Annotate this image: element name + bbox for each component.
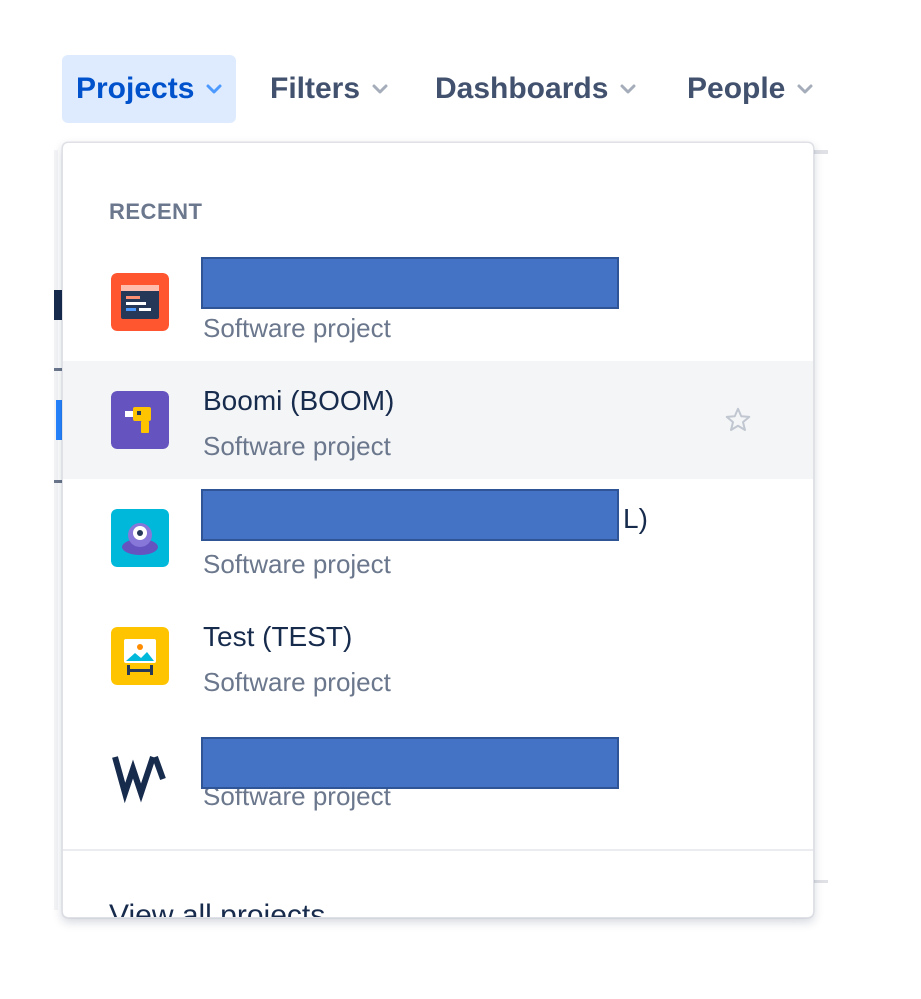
nav-dashboards-label: Dashboards [435,72,609,105]
nav-projects[interactable]: Projects [62,55,236,123]
chevron-down-icon [795,79,815,99]
project-type: Software project [203,667,391,697]
project-item-boomi[interactable]: Boomi (BOOM) Software project [63,361,813,479]
robot-icon [111,509,169,567]
redacted-title [201,489,619,541]
project-item[interactable]: L) Software project [63,479,813,597]
project-type: Software project [203,431,391,461]
redacted-title [201,737,619,789]
redacted-title [201,257,619,309]
projects-dropdown: RECENT Software project Boomi (BOOM) Sof… [62,142,814,918]
background-fragment [54,290,62,320]
nav-dashboards[interactable]: Dashboards [421,55,652,123]
chevron-down-icon [618,79,638,99]
star-icon[interactable] [723,405,753,435]
nav-projects-label: Projects [76,72,195,105]
easel-icon [111,627,169,685]
chevron-down-icon [204,79,224,99]
background-fragment [54,368,62,371]
background-page-edge [54,150,58,910]
project-type: Software project [203,313,391,343]
top-navigation: Projects Filters Dashboards People [0,0,921,140]
project-item[interactable]: Software project [63,715,813,833]
background-fragment [54,480,62,483]
nav-people-label: People [687,72,786,105]
nav-filters-label: Filters [270,72,361,105]
background-divider [814,880,828,883]
nav-people[interactable]: People [673,55,829,123]
project-item-test[interactable]: Test (TEST) Software project [63,597,813,715]
view-all-projects-link[interactable]: View all projects [109,899,325,917]
project-title-suffix: L) [623,503,648,534]
dropdown-divider [63,849,813,851]
project-type: Software project [203,549,391,579]
drill-icon [111,391,169,449]
nav-filters[interactable]: Filters [256,55,404,123]
project-title: Test (TEST) [203,621,353,652]
project-item[interactable]: Software project [63,243,813,361]
w-logo-icon [111,745,169,803]
recent-heading: RECENT [109,199,203,224]
background-divider [814,150,828,154]
project-title: Boomi (BOOM) [203,385,395,416]
chevron-down-icon [370,79,390,99]
code-editor-icon [111,273,169,331]
